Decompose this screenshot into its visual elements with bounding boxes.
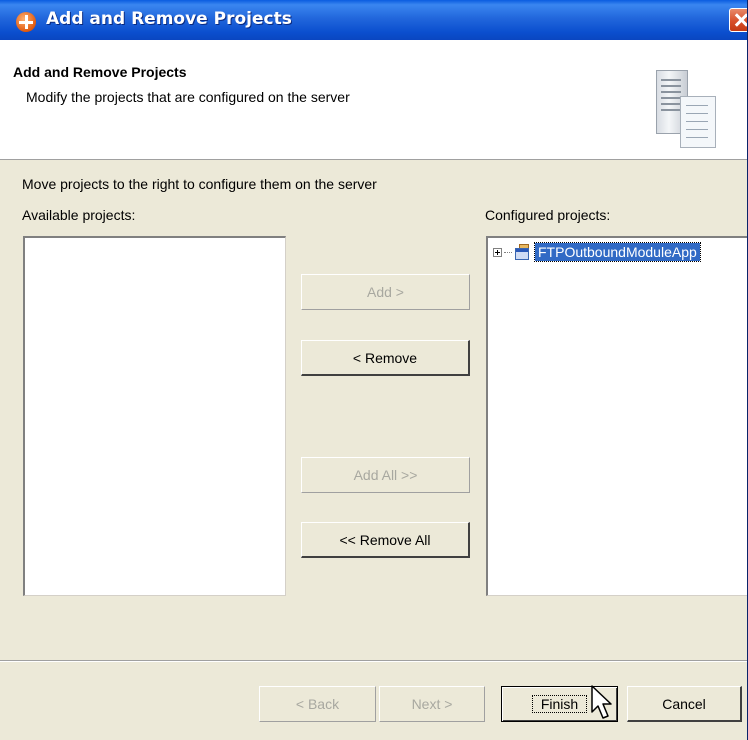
- cancel-button[interactable]: Cancel: [627, 686, 742, 722]
- instruction-text: Move projects to the right to configure …: [22, 176, 377, 192]
- close-icon[interactable]: [729, 8, 747, 32]
- add-all-button-label: Add All >>: [353, 467, 418, 483]
- header-title: Add and Remove Projects: [13, 64, 187, 80]
- header-description: Modify the projects that are configured …: [26, 89, 350, 105]
- add-all-button[interactable]: Add All >>: [301, 457, 470, 493]
- remove-button[interactable]: < Remove: [301, 340, 470, 376]
- enterprise-app-icon: [513, 244, 533, 261]
- configured-projects-tree[interactable]: FTPOutboundModuleApp: [486, 236, 747, 596]
- server-banner-icon: [656, 70, 716, 150]
- remove-all-button[interactable]: << Remove All: [301, 522, 470, 558]
- next-button[interactable]: Next >: [379, 686, 485, 722]
- wizard-header: Add and Remove Projects Modify the proje…: [0, 40, 747, 160]
- add-button[interactable]: Add >: [301, 274, 470, 310]
- configured-projects-label: Configured projects:: [485, 207, 611, 223]
- remove-all-button-label: << Remove All: [339, 531, 431, 548]
- remove-button-label: < Remove: [352, 349, 418, 366]
- tree-item-label: FTPOutboundModuleApp: [534, 242, 701, 262]
- available-projects-list[interactable]: [23, 236, 286, 596]
- footer-separator: [0, 660, 747, 662]
- dialog-app-icon: [16, 12, 36, 32]
- add-button-label: Add >: [367, 284, 404, 300]
- available-projects-label: Available projects:: [22, 207, 136, 223]
- finish-button-label: Finish: [531, 695, 588, 713]
- add-remove-projects-dialog: Add and Remove Projects Add and Remove P…: [0, 0, 748, 740]
- window-title: Add and Remove Projects: [46, 9, 292, 29]
- tree-connector: [504, 252, 512, 253]
- title-bar[interactable]: Add and Remove Projects: [0, 0, 747, 40]
- back-button[interactable]: < Back: [259, 686, 376, 722]
- back-button-label: < Back: [295, 696, 340, 712]
- mouse-cursor-icon: [591, 685, 612, 719]
- cancel-button-label: Cancel: [662, 695, 706, 712]
- expand-icon[interactable]: [493, 248, 502, 257]
- next-button-label: Next >: [411, 696, 453, 712]
